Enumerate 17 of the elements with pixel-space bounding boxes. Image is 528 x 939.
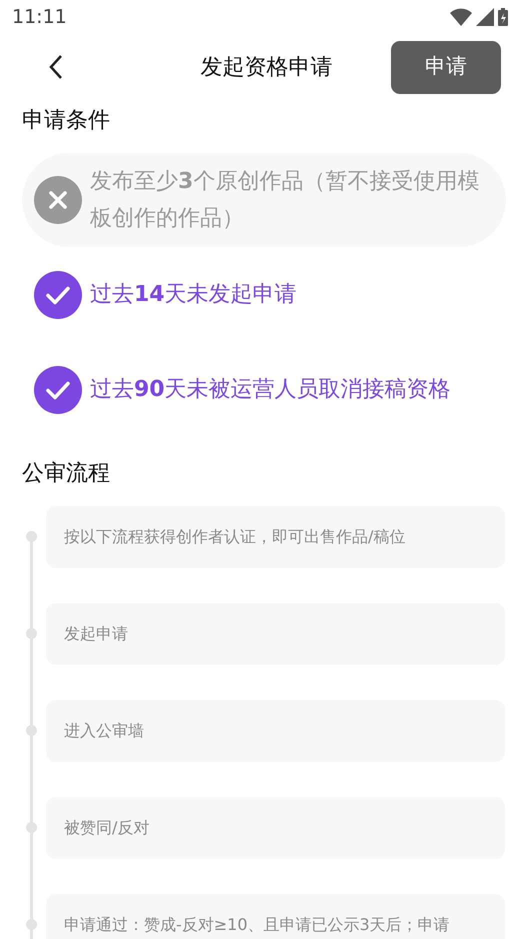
section-title: 申请条件 — [22, 107, 111, 135]
condition-text: 过去14天未发起申请 — [90, 281, 297, 309]
condition-text: 发布至少3个原创作品（暂不接受使用模板创作的作品） — [90, 168, 480, 233]
step-text: 申请通过：赞成-反对≥10、且申请已公示3天后；申请 — [64, 914, 450, 936]
section-title: 公审流程 — [22, 460, 111, 488]
step-text: 按以下流程获得创作者认证，即可出售作品/稿位 — [64, 526, 406, 548]
signal-icon — [476, 8, 494, 26]
step-text: 进入公审墙 — [64, 720, 144, 742]
step-text: 发起申请 — [64, 623, 128, 645]
step-text: 被赞同/反对 — [64, 817, 150, 839]
wifi-icon — [450, 8, 472, 26]
apply-button[interactable]: 申请 — [391, 40, 501, 94]
status-time: 11:11 — [12, 4, 67, 30]
battery-icon — [498, 8, 508, 26]
back-icon — [48, 53, 64, 81]
page-title: 发起资格申请 — [200, 54, 332, 82]
condition-text: 过去90天未被运营人员取消接稿资格 — [90, 376, 451, 404]
